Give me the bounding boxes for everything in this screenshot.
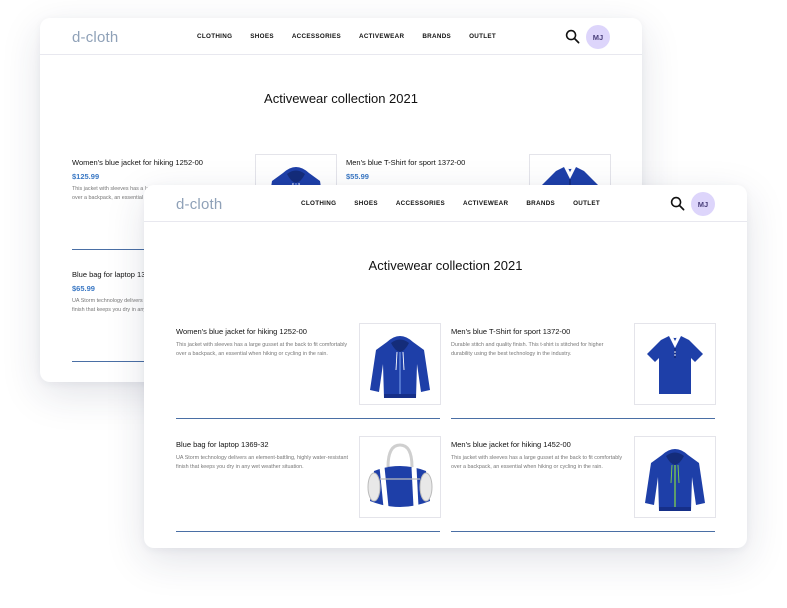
product-description: Durable stitch and quality finish. This … xyxy=(451,342,604,357)
product-title[interactable]: Women's blue jacket for hiking 1252-00 xyxy=(176,327,351,336)
product-title[interactable]: Men's blue jacket for hiking 1452-00 xyxy=(451,440,626,449)
product-card[interactable]: Blue bag for laptop 1369-32 UA Storm tec… xyxy=(176,436,441,532)
product-price: $55.99 xyxy=(346,172,369,181)
search-icon[interactable] xyxy=(565,29,580,44)
menu-item-clothing[interactable]: CLOTHING xyxy=(301,200,336,207)
product-title[interactable]: Men's blue T-Shirt for sport 1372-00 xyxy=(346,158,521,167)
product-title[interactable]: Blue bag for laptop 1369-32 xyxy=(176,440,351,449)
menu-item-accessories[interactable]: ACCESSORIES xyxy=(396,200,445,207)
menu-item-activewear[interactable]: ACTIVEWEAR xyxy=(463,200,508,207)
product-price: $125.99 xyxy=(72,172,100,181)
logo[interactable]: d-cloth xyxy=(72,29,118,46)
search-icon[interactable] xyxy=(670,196,685,211)
logo[interactable]: d-cloth xyxy=(176,196,222,213)
product-image[interactable] xyxy=(359,436,441,518)
polo-shirt-image xyxy=(647,335,703,394)
menu-item-outlet[interactable]: OUTLET xyxy=(469,33,496,40)
menu-item-clothing[interactable]: CLOTHING xyxy=(197,33,232,40)
page-title: Activewear collection 2021 xyxy=(264,91,418,106)
product-card[interactable]: Men's blue T-Shirt for sport 1372-00 Dur… xyxy=(451,323,716,419)
product-card[interactable]: Women's blue jacket for hiking 1252-00 T… xyxy=(176,323,441,419)
product-image[interactable] xyxy=(359,323,441,405)
menu-item-outlet[interactable]: OUTLET xyxy=(573,200,600,207)
duffel-bag-image xyxy=(367,443,433,508)
product-title[interactable]: Men's blue T-Shirt for sport 1372-00 xyxy=(451,327,626,336)
product-description: UA Storm technology delivers an element-… xyxy=(176,455,348,470)
top-nav: d-cloth CLOTHING SHOES ACCESSORIES ACTIV… xyxy=(144,185,747,222)
product-image[interactable] xyxy=(634,436,716,518)
main-menu: CLOTHING SHOES ACCESSORIES ACTIVEWEAR BR… xyxy=(301,200,618,207)
product-description: This jacket with sleeves has a large gus… xyxy=(176,342,348,357)
product-card[interactable]: Men's blue jacket for hiking 1452-00 Thi… xyxy=(451,436,716,532)
menu-item-shoes[interactable]: SHOES xyxy=(250,33,274,40)
hoodie-image xyxy=(370,336,430,398)
menu-item-brands[interactable]: BRANDS xyxy=(422,33,451,40)
top-nav: d-cloth CLOTHING SHOES ACCESSORIES ACTIV… xyxy=(40,18,642,55)
menu-item-activewear[interactable]: ACTIVEWEAR xyxy=(359,33,404,40)
avatar[interactable]: MJ xyxy=(586,25,610,49)
page-title: Activewear collection 2021 xyxy=(368,258,523,273)
menu-item-brands[interactable]: BRANDS xyxy=(526,200,555,207)
product-description: This jacket with sleeves has a large gus… xyxy=(451,455,623,470)
menu-item-accessories[interactable]: ACCESSORIES xyxy=(292,33,341,40)
hoodie-image xyxy=(645,449,705,511)
main-menu: CLOTHING SHOES ACCESSORIES ACTIVEWEAR BR… xyxy=(197,33,514,40)
avatar[interactable]: MJ xyxy=(691,192,715,216)
menu-item-shoes[interactable]: SHOES xyxy=(354,200,378,207)
product-image[interactable] xyxy=(634,323,716,405)
product-title[interactable]: Women's blue jacket for hiking 1252-00 xyxy=(72,158,247,167)
foreground-page-window: d-cloth CLOTHING SHOES ACCESSORIES ACTIV… xyxy=(144,185,747,548)
product-price: $65.99 xyxy=(72,284,95,293)
